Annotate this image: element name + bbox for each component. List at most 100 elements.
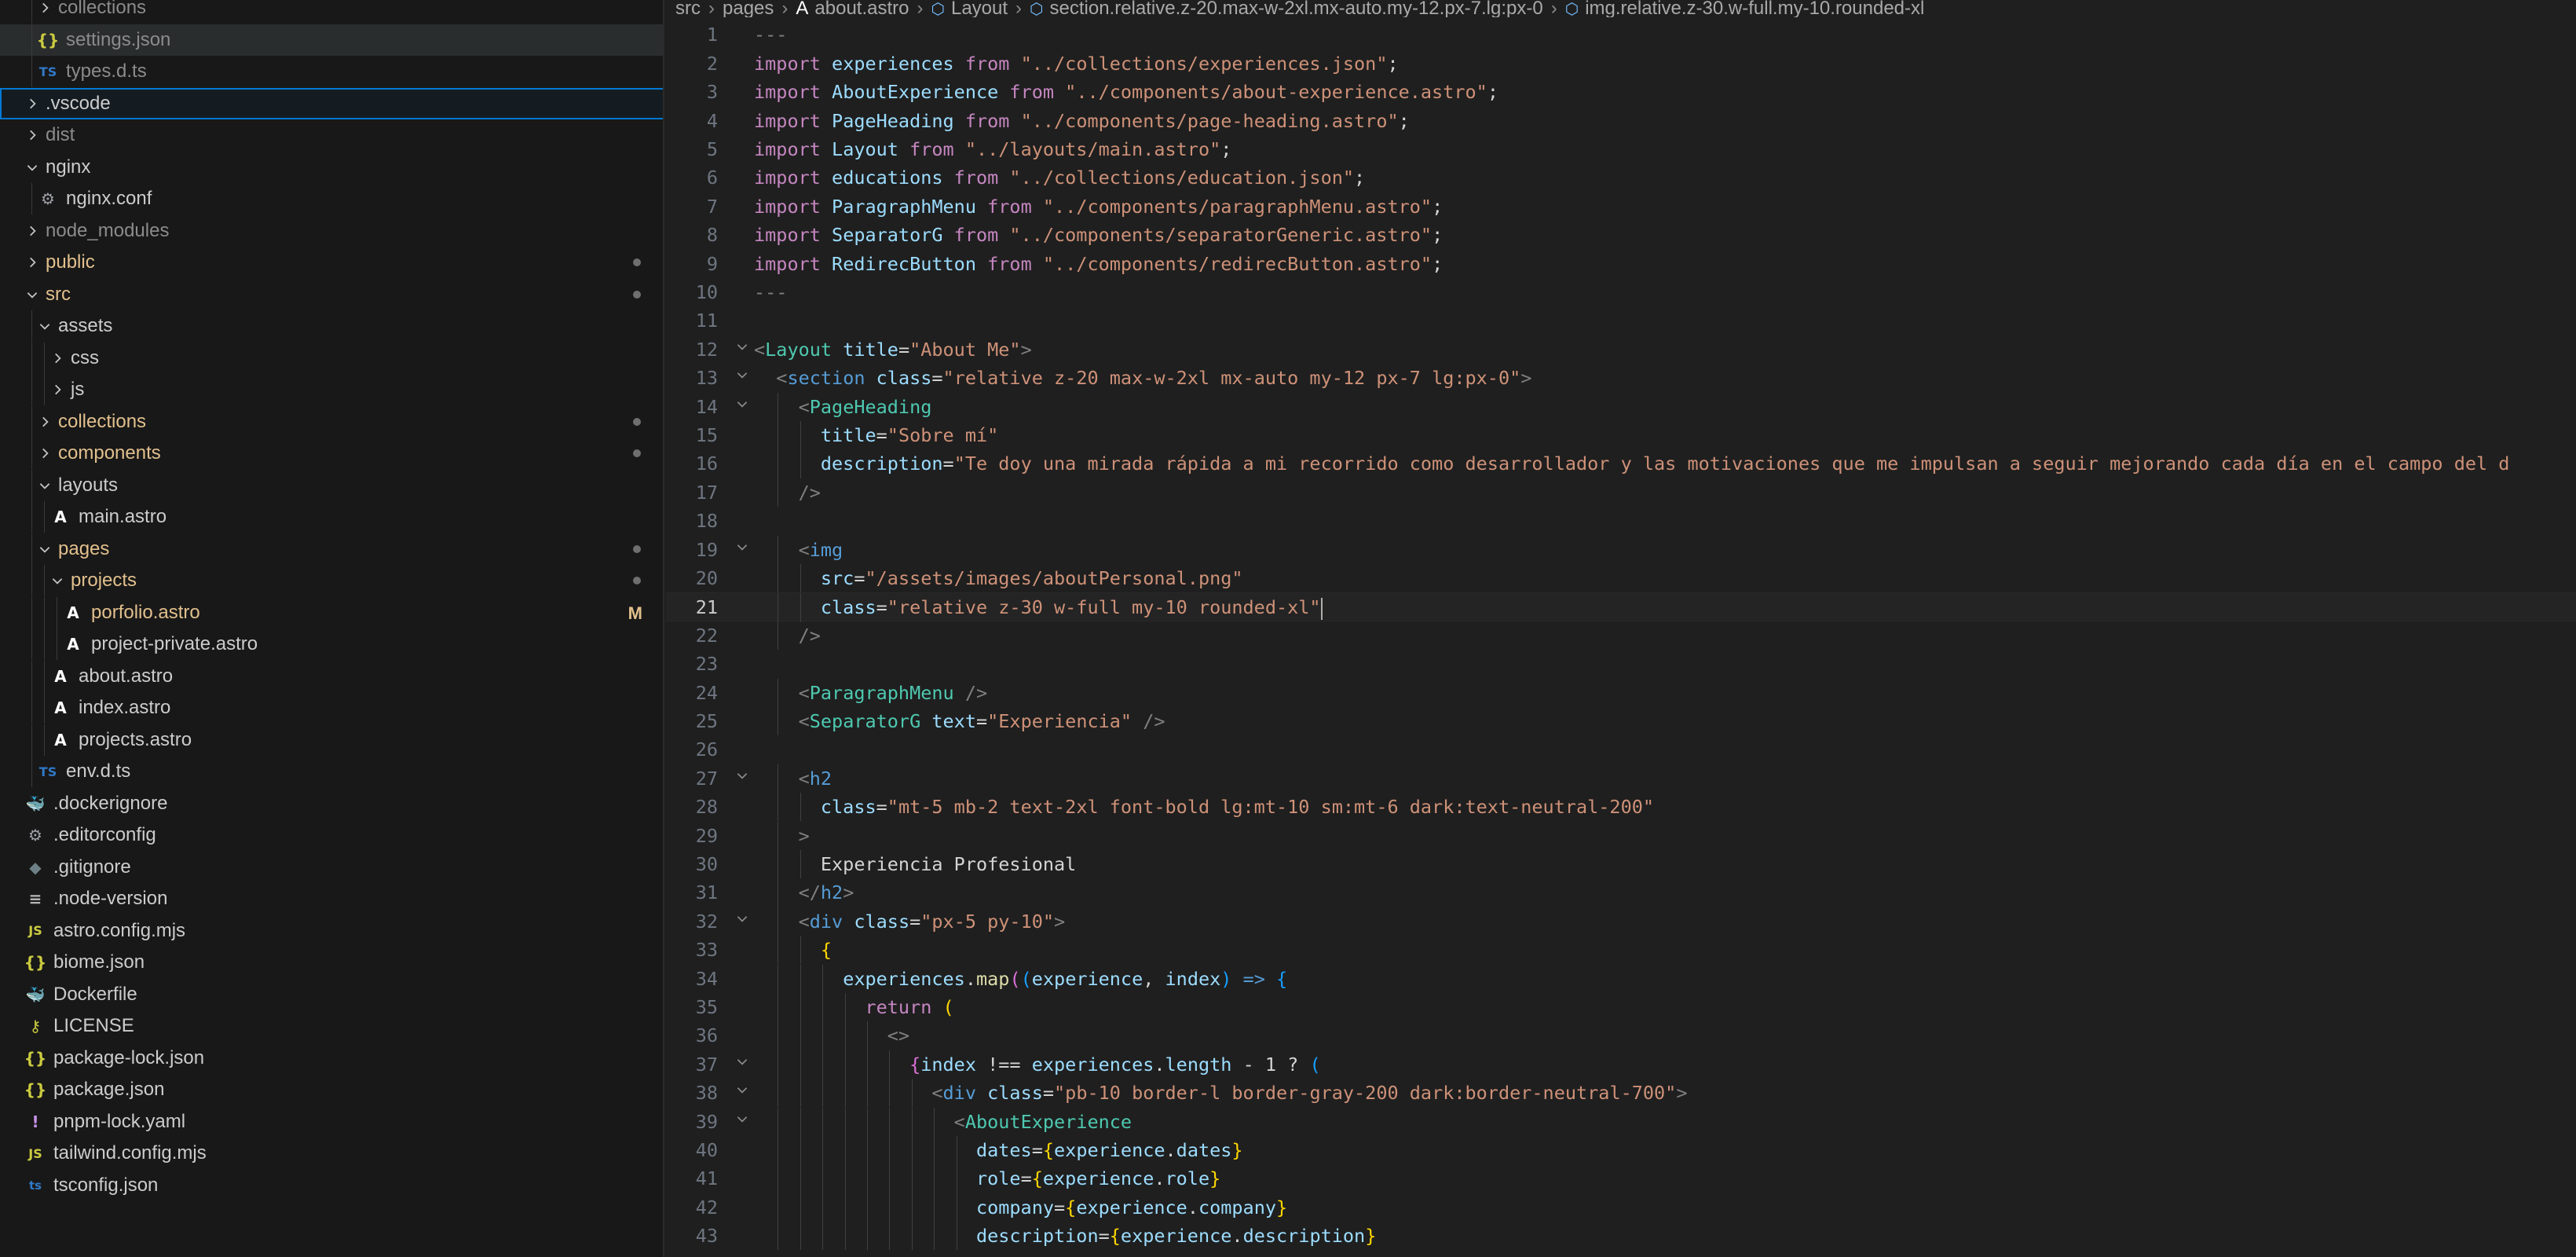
breadcrumb-item[interactable]: pages [723,0,774,17]
tree-file-license[interactable]: ⚷ LICENSE [0,1010,663,1042]
code-line[interactable]: 20 src="/assets/images/aboutPersonal.png… [666,563,2576,593]
tree-folder-assets[interactable]: assets [0,310,663,342]
tree-folder-src[interactable]: src [0,279,663,310]
code-line[interactable]: 11 [666,306,2576,335]
tree-file-nginx-conf[interactable]: ⚙ nginx.conf [0,183,663,214]
code-line[interactable]: 21 class="relative z-30 w-full my-10 rou… [666,592,2576,622]
tree-file-index-astro[interactable]: Aindex.astro [0,692,663,724]
code-line[interactable]: 27 <h2 [666,764,2576,793]
code-line[interactable]: 38 <div class="pb-10 border-l border-gra… [666,1079,2576,1108]
code-line[interactable]: 31 </h2> [666,878,2576,907]
tree-folder-collections[interactable]: collections [0,405,663,438]
tree-file-pnpm-lock-yaml[interactable]: ! pnpm-lock.yaml [0,1106,663,1138]
tree-file-gitignore[interactable]: ◆ .gitignore [0,852,663,883]
chevron-right-icon[interactable] [24,247,41,278]
tree-file-astro-config-mjs[interactable]: JS astro.config.mjs [0,915,663,947]
code-line[interactable]: 25 <SeparatorG text="Experiencia" /> [666,706,2576,736]
code-line[interactable]: 34 experiences.map((experience, index) =… [666,964,2576,993]
code-line[interactable]: 42 company={experience.company} [666,1193,2576,1222]
tree-file-projects-astro[interactable]: Aprojects.astro [0,724,663,756]
tree-file-tailwind-config-mjs[interactable]: JS tailwind.config.mjs [0,1138,663,1169]
tree-file-env-d-ts[interactable]: TS env.d.ts [0,756,663,787]
fold-chevron-icon[interactable] [735,393,751,421]
chevron-right-icon[interactable] [36,406,53,438]
chevron-right-icon[interactable] [24,119,41,151]
fold-chevron-icon[interactable] [735,335,751,364]
tree-folder-projects[interactable]: projects [0,565,663,596]
tree-file-main-astro[interactable]: Amain.astro [0,501,663,533]
code-line[interactable]: 24 <ParagraphMenu /> [666,678,2576,707]
code-line[interactable]: 26 [666,735,2576,764]
tree-folder-components[interactable]: components [0,438,663,469]
code-line[interactable]: 41 role={experience.role} [666,1164,2576,1193]
code-line[interactable]: 10 --- [666,278,2576,306]
tree-file-package-json[interactable]: {} package.json [0,1074,663,1105]
code-line[interactable]: 13 <section class="relative z-20 max-w-2… [666,364,2576,392]
chevron-down-icon[interactable] [36,310,53,342]
code-line[interactable]: 35 return ( [666,992,2576,1022]
code-editor[interactable]: src › pages › Aabout.astro › ⬡ Layout › ⬡ section.… [666,0,2576,1257]
tree-folder-dist[interactable]: dist [0,119,663,151]
breadcrumb-item[interactable]: Layout [951,0,1008,17]
code-line[interactable]: 39 <AboutExperience [666,1107,2576,1136]
code-line[interactable]: 40 dates={experience.dates} [666,1135,2576,1165]
chevron-right-icon[interactable] [24,215,41,247]
fold-chevron-icon[interactable] [735,536,751,564]
breadcrumb-item[interactable]: src [675,0,701,17]
tree-folder-node-modules[interactable]: node_modules [0,215,663,247]
breadcrumb-item[interactable]: img.relative.z-30.w-full.my-10.rounded-x… [1585,0,1924,17]
code-line[interactable]: 6 import educations from "../collections/… [666,163,2576,192]
tree-file-porfolio-astro[interactable]: Aporfolio.astro M [0,596,663,628]
chevron-right-icon[interactable] [36,0,53,24]
chevron-down-icon[interactable] [24,152,41,183]
code-line[interactable]: 29 > [666,821,2576,850]
code-line[interactable]: 15 title="Sobre mí" [666,420,2576,450]
tree-folder-nginx[interactable]: nginx [0,152,663,183]
code-line[interactable]: 18 [666,507,2576,535]
tree-file-node-version[interactable]: ≡ .node-version [0,883,663,914]
tree-folder-vscode[interactable]: .vscode [0,87,663,119]
tree-folder-collections[interactable]: collections [0,0,663,24]
breadcrumb-item[interactable]: about.astro [814,0,909,17]
chevron-down-icon[interactable] [49,565,66,596]
code-line[interactable]: 43 description={experience.description} [666,1222,2576,1251]
chevron-down-icon[interactable] [36,533,53,565]
tree-file-tsconfig-json[interactable]: ts tsconfig.json [0,1170,663,1201]
fold-chevron-icon[interactable] [735,764,751,793]
code-line[interactable]: 22 /> [666,621,2576,650]
code-line[interactable]: 12 <Layout title="About Me"> [666,335,2576,364]
code-line[interactable]: 32 <div class="px-5 py-10"> [666,907,2576,936]
tree-file-about-astro[interactable]: Aabout.astro [0,660,663,692]
code-line[interactable]: 23 [666,650,2576,678]
code-line[interactable]: 7 import ParagraphMenu from "../component… [666,192,2576,221]
code-line[interactable]: 8 import SeparatorG from "../components/s… [666,221,2576,249]
code-line[interactable]: 5 import Layout from "../layouts/main.ast… [666,135,2576,163]
chevron-down-icon[interactable] [36,470,53,501]
code-line[interactable]: 2 import experiences from "../collections… [666,49,2576,78]
chevron-down-icon[interactable] [24,279,41,310]
tree-folder-css[interactable]: css [0,342,663,374]
chevron-right-icon[interactable] [49,374,66,405]
code-line[interactable]: 4 import PageHeading from "../components/… [666,107,2576,135]
code-line[interactable]: 17 /> [666,478,2576,508]
tree-file-project-private-astro[interactable]: Aproject-private.astro [0,628,663,660]
breadcrumb-item[interactable]: section.relative.z-20.max-w-2xl.mx-auto.… [1050,0,1543,17]
tree-file-dockerignore[interactable]: 🐳 .dockerignore [0,788,663,819]
fold-chevron-icon[interactable] [735,1050,751,1079]
tree-folder-js[interactable]: js [0,374,663,405]
code-line[interactable]: 1 --- [666,20,2576,49]
tree-file-biome-json[interactable]: {} biome.json [0,947,663,978]
code-line[interactable]: 36 <> [666,1021,2576,1050]
tree-file-package-lock-json[interactable]: {} package-lock.json [0,1043,663,1074]
tree-file-dockerfile[interactable]: 🐳 Dockerfile [0,979,663,1010]
tree-folder-layouts[interactable]: layouts [0,469,663,501]
code-line[interactable]: 37 {index !== experiences.length - 1 ? ( [666,1050,2576,1079]
tree-folder-pages[interactable]: pages [0,533,663,565]
tree-file-editorconfig[interactable]: ⚙ .editorconfig [0,819,663,851]
fold-chevron-icon[interactable] [735,364,751,392]
fold-chevron-icon[interactable] [735,1108,751,1136]
code-line[interactable]: 19 <img [666,535,2576,564]
code-line[interactable]: 14 <PageHeading [666,392,2576,421]
chevron-right-icon[interactable] [36,438,53,469]
code-line[interactable]: 33 { [666,936,2576,965]
